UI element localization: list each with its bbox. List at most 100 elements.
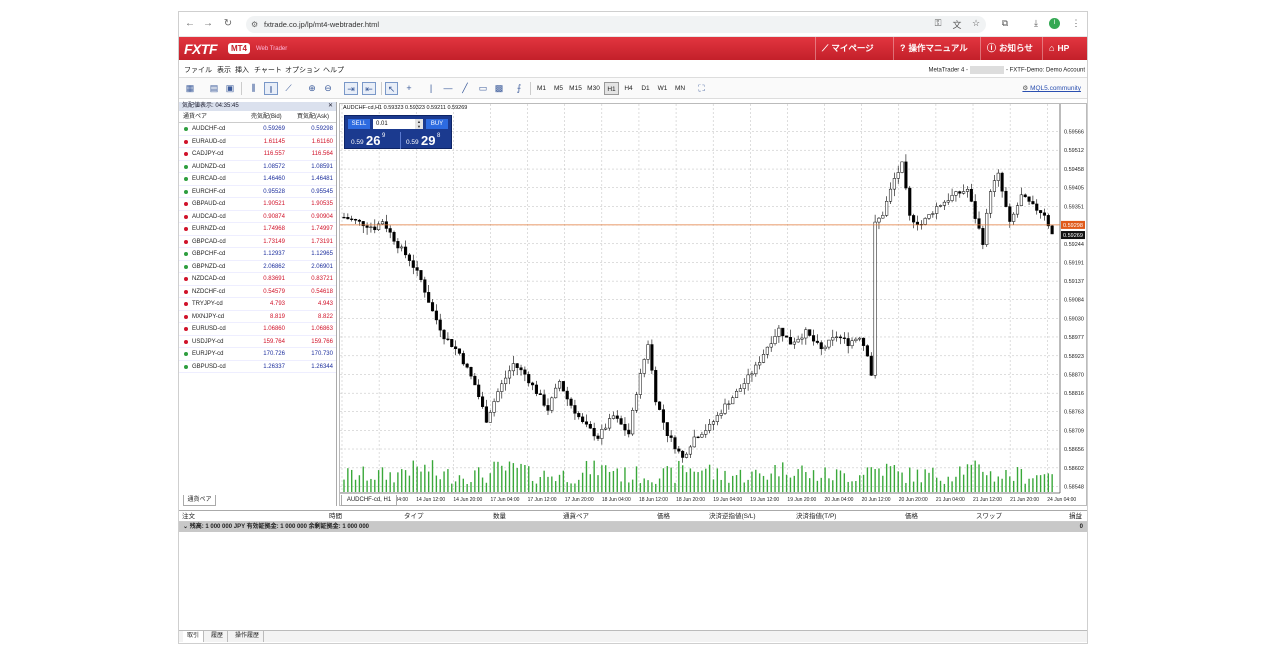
tf-m30[interactable]: M30 (585, 82, 602, 95)
extensions-icon[interactable]: ⧉ (999, 18, 1011, 29)
chart-window[interactable]: 0.59566 0.59512 0.59458 0.59405 0.59351 0.592… (339, 103, 1087, 506)
table-row[interactable]: AUDNZD-cd 1.08572 1.08591 (179, 161, 336, 173)
forward-icon[interactable]: → (201, 18, 215, 29)
buy-button[interactable]: BUY (426, 119, 448, 129)
close-icon[interactable]: ✕ (328, 102, 333, 111)
tf-h4[interactable]: H4 (621, 82, 636, 95)
tf-d1[interactable]: D1 (638, 82, 653, 95)
table-row[interactable]: MXNJPY-cd 8.819 8.822 (179, 311, 336, 323)
nav-mypage[interactable]: ⟋ マイページ (815, 37, 893, 60)
tf-mn[interactable]: MN (672, 82, 688, 95)
table-row[interactable]: EURNZD-cd 1.74968 1.74997 (179, 223, 336, 236)
table-row[interactable]: GBPCHF-cd 1.12937 1.12965 (179, 248, 336, 261)
line-chart-icon[interactable]: ⟋ (282, 82, 295, 95)
table-row[interactable]: EURAUD-cd 1.61145 1.61160 (179, 136, 336, 148)
tab-chart-audchf[interactable]: AUDCHF-cd, H1 (341, 495, 397, 506)
avatar[interactable]: I (1049, 18, 1060, 29)
address-bar[interactable]: ⚙ fxtrade.co.jp/lp/mt4-webtrader.html (246, 16, 986, 33)
sell-button[interactable]: SELL (348, 119, 370, 129)
cursor-icon[interactable]: ↖ (385, 82, 398, 95)
fullscreen-icon[interactable]: ⛶ (695, 82, 708, 95)
tf-m15[interactable]: M15 (568, 82, 583, 95)
table-row[interactable]: EURCHF-cd 0.95528 0.95545 (179, 186, 336, 198)
mql5-community-link[interactable]: ⚙ MQL5.community (1022, 84, 1081, 92)
tab-journal[interactable]: 操作履歴 (231, 631, 265, 642)
site-settings-icon[interactable]: ⚙ (251, 16, 258, 33)
vertical-line-icon[interactable]: | (426, 82, 436, 95)
trendline-icon[interactable]: ╱ (459, 82, 471, 95)
key-icon[interactable]: ⚿ (932, 18, 944, 29)
templates-icon[interactable]: ▣ (224, 82, 236, 95)
zoom-out-icon[interactable]: ⊖ (322, 82, 334, 95)
tab-trade[interactable]: 取引 (183, 631, 205, 642)
table-row[interactable]: GBPUSD-cd 1.26337 1.26344 (179, 361, 336, 373)
back-icon[interactable]: ← (183, 18, 197, 29)
buy-price[interactable]: 0.59 29 8 (400, 132, 452, 149)
bar-chart-icon[interactable]: ⫼ (247, 82, 260, 95)
crosshair-icon[interactable]: + (403, 82, 415, 95)
chart-shift-icon[interactable]: ⇤ (362, 82, 376, 95)
table-row[interactable]: CADJPY-cd 116.557 116.564 (179, 148, 336, 161)
table-row[interactable]: TRYJPY-cd 4.793 4.943 (179, 298, 336, 311)
download-icon[interactable]: ⤓ (1030, 18, 1042, 29)
table-row[interactable]: EURJPY-cd 170.726 170.730 (179, 348, 336, 361)
table-row[interactable]: AUDCHF-cd 0.59269 0.59298 (179, 123, 336, 136)
candlestick-chart[interactable]: 0.59566 0.59512 0.59458 0.59405 0.59351 0.592… (340, 104, 1086, 505)
fxtf-logo[interactable]: FXTF (184, 41, 218, 57)
reload-icon[interactable]: ↻ (221, 18, 235, 29)
spin-down-icon[interactable]: ▼ (417, 124, 421, 129)
menu-view[interactable]: 表示 (217, 65, 231, 75)
col-ask[interactable]: 買気配(Ask) (297, 111, 329, 123)
star-icon[interactable]: ☆ (970, 18, 982, 29)
nav-news[interactable]: ⓘ お知らせ (980, 37, 1042, 60)
table-row[interactable]: AUDCAD-cd 0.90874 0.90904 (179, 211, 336, 223)
menu-chart[interactable]: チャート (254, 65, 282, 75)
tab-symbols[interactable]: 通貨ペア (183, 495, 216, 506)
menu-options[interactable]: オプション (285, 65, 320, 75)
table-row[interactable]: EURCAD-cd 1.46460 1.46481 (179, 173, 336, 186)
more-icon[interactable]: ⋮ (1070, 18, 1082, 29)
indicators-icon[interactable]: ⨍ (512, 82, 526, 95)
tf-m1[interactable]: M1 (534, 82, 549, 95)
table-row[interactable]: GBPNZD-cd 2.06862 2.06901 (179, 261, 336, 273)
terminal-col[interactable]: 損益 (1069, 511, 1082, 522)
nav-hp[interactable]: ⌂ HP (1042, 37, 1087, 60)
expand-icon[interactable]: ⌄ (183, 524, 190, 530)
zoom-in-icon[interactable]: ⊕ (306, 82, 318, 95)
translate-icon[interactable]: 文 (951, 18, 963, 31)
profiles-icon[interactable]: ▤ (208, 82, 220, 95)
table-row[interactable]: GBPCAD-cd 1.73149 1.73191 (179, 236, 336, 248)
terminal-col[interactable]: 価格 (657, 511, 670, 522)
terminal-col[interactable]: 通貨ペア (563, 511, 589, 522)
text-icon[interactable]: ▭ (477, 82, 489, 95)
new-chart-icon[interactable]: ▦ (182, 82, 198, 95)
fibonacci-icon[interactable]: ▩ (493, 82, 505, 95)
horizontal-line-icon[interactable]: — (441, 82, 455, 95)
col-bid[interactable]: 売気配(Bid) (251, 111, 282, 123)
terminal-col[interactable]: 価格 (905, 511, 918, 522)
table-row[interactable]: GBPAUD-cd 1.90521 1.90535 (179, 198, 336, 211)
table-row[interactable]: EURUSD-cd 1.06860 1.06863 (179, 323, 336, 336)
autoscroll-icon[interactable]: ⇥ (344, 82, 358, 95)
table-row[interactable]: NZDCHF-cd 0.54579 0.54618 (179, 286, 336, 298)
terminal-col[interactable]: 時間 (329, 511, 342, 522)
terminal-col[interactable]: 決済指値(T/P) (796, 511, 836, 522)
sell-price[interactable]: 0.59 26 9 (346, 132, 398, 149)
terminal-col[interactable]: 注文 (182, 511, 195, 522)
terminal-col[interactable]: タイプ (404, 511, 424, 522)
terminal-col[interactable]: スワップ (976, 511, 1002, 522)
tf-m5[interactable]: M5 (551, 82, 566, 95)
nav-manual[interactable]: ? 操作マニュアル (893, 37, 980, 60)
lot-spinner[interactable]: ▲ ▼ (415, 119, 423, 129)
menu-file[interactable]: ファイル (184, 65, 212, 75)
menu-insert[interactable]: 挿入 (235, 65, 249, 75)
candlestick-icon[interactable]: ⫾ (264, 82, 278, 95)
table-row[interactable]: USDJPY-cd 159.764 159.766 (179, 336, 336, 348)
menu-help[interactable]: ヘルプ (323, 65, 344, 75)
tab-history[interactable]: 履歴 (207, 631, 229, 642)
terminal-col[interactable]: 決済逆指値(S/L) (709, 511, 756, 522)
tf-w1[interactable]: W1 (655, 82, 670, 95)
tf-h1[interactable]: H1 (604, 82, 619, 95)
col-symbol[interactable]: 通貨ペア (183, 111, 207, 123)
table-row[interactable]: NZDCAD-cd 0.83691 0.83721 (179, 273, 336, 286)
